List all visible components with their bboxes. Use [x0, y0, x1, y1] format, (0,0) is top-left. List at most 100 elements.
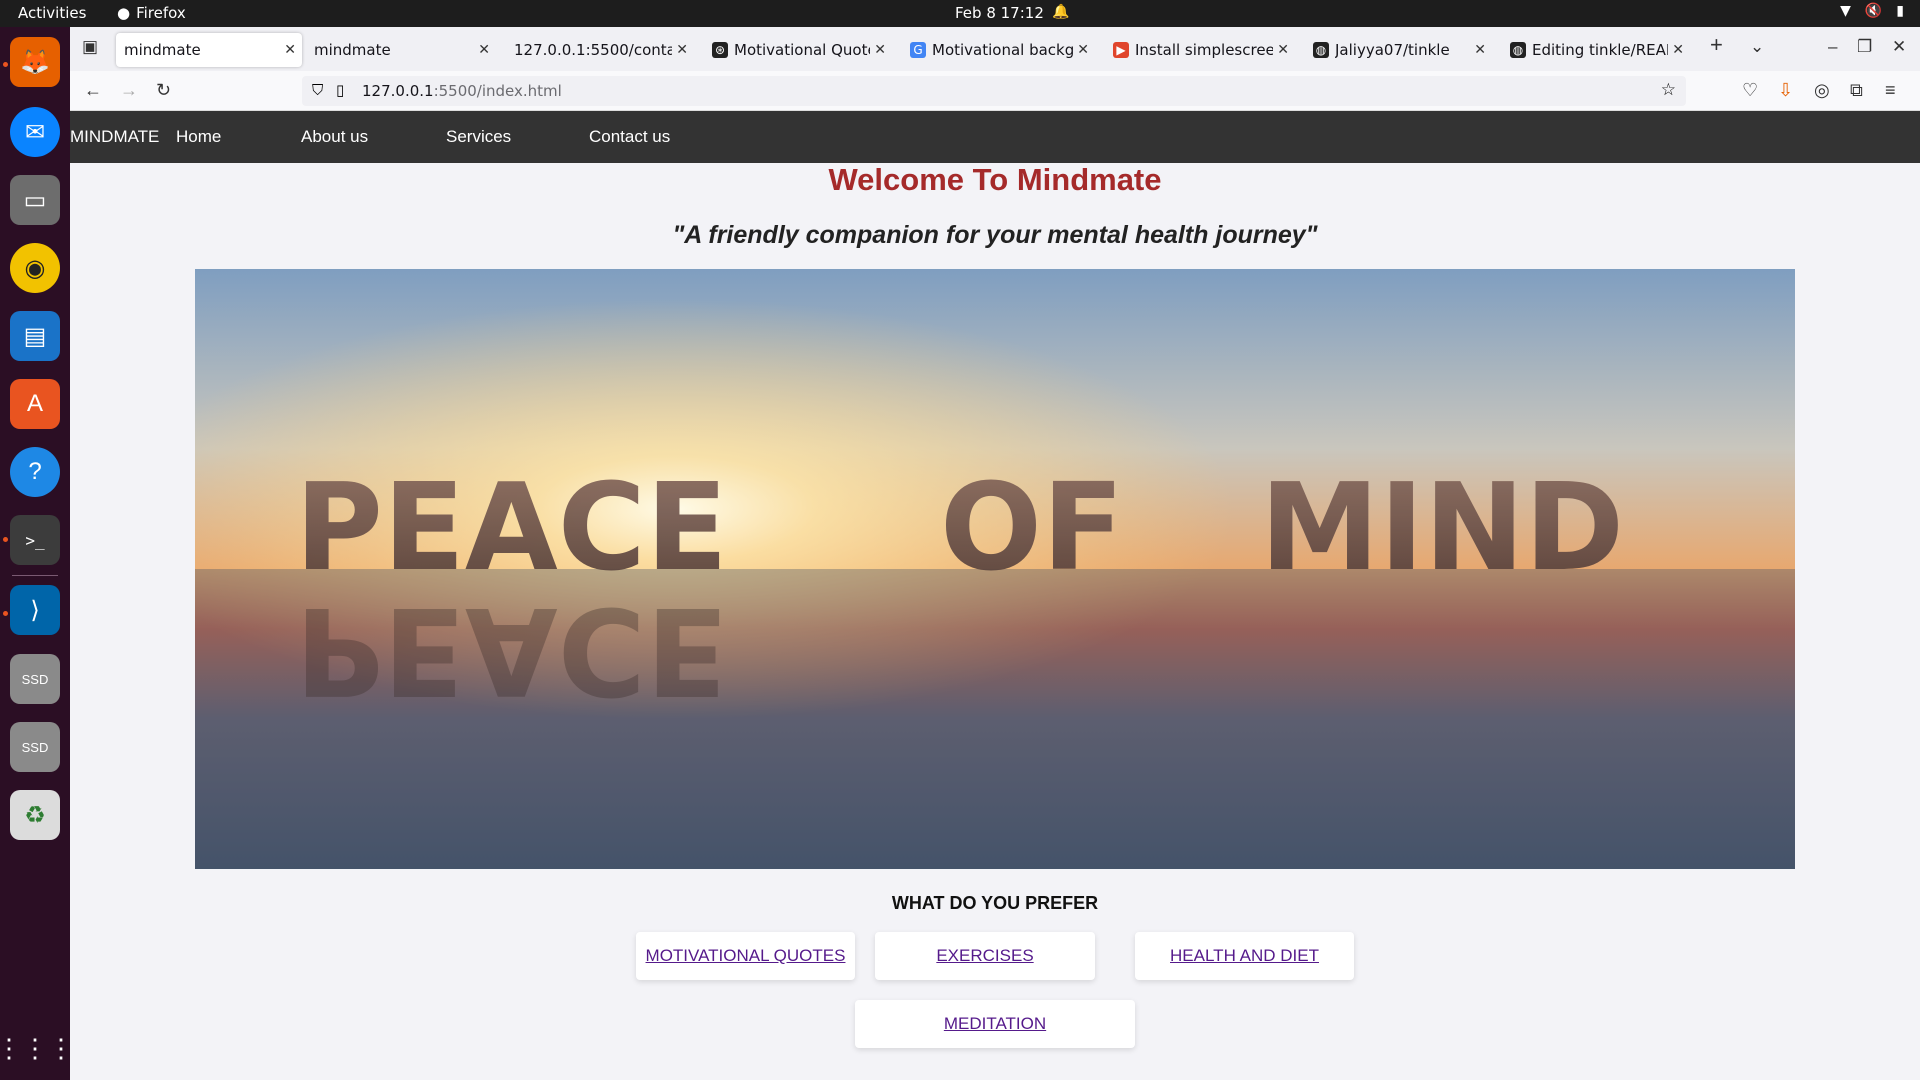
forward-icon[interactable]: →: [120, 80, 138, 101]
tab-close-icon[interactable]: ✕: [1077, 42, 1089, 58]
firefox-icon[interactable]: 🦊: [10, 37, 60, 87]
nav-about-us[interactable]: About us: [301, 127, 368, 147]
browser-tab[interactable]: ⊛ Motivational Quotes ✕: [704, 33, 892, 67]
thunderbird-icon[interactable]: ✉: [10, 107, 60, 157]
tab-favicon-icon: ▶: [1113, 42, 1129, 58]
help-icon[interactable]: ?: [10, 447, 60, 497]
tab-title: mindmate: [124, 41, 201, 59]
tagline: "A friendly companion for your mental he…: [672, 221, 1318, 249]
app-name: Firefox: [136, 4, 186, 22]
tab-title: Motivational backgro: [932, 41, 1073, 59]
account-icon[interactable]: ◎: [1814, 80, 1830, 101]
close-window-button[interactable]: ✕: [1892, 37, 1906, 57]
tab-title: Motivational Quotes: [734, 41, 870, 59]
tab-close-icon[interactable]: ✕: [1277, 42, 1289, 58]
browser-tab[interactable]: 127.0.0.1:5500/contact.h✕: [506, 33, 694, 67]
page-info-icon[interactable]: ▯: [336, 81, 344, 99]
rhythmbox-icon[interactable]: ◉: [10, 243, 60, 293]
hero-image: PEACE OF MIND PEACE: [195, 269, 1795, 869]
url-text: 127.0.0.1:5500/index.html: [362, 82, 562, 100]
restore-button[interactable]: ❐: [1857, 37, 1872, 57]
tracking-shield-icon[interactable]: ⛉: [312, 81, 323, 99]
firefox-icon: ●: [117, 4, 131, 22]
app-center-icon[interactable]: A: [10, 379, 60, 429]
option-meditation[interactable]: MEDITATION: [855, 1000, 1135, 1048]
writer-icon[interactable]: ▤: [10, 311, 60, 361]
tab-list-icon[interactable]: ▣: [82, 37, 98, 57]
terminal-icon[interactable]: >_: [10, 515, 60, 565]
extensions-icon[interactable]: ⧉: [1850, 80, 1863, 101]
tab-close-icon[interactable]: ✕: [478, 42, 490, 58]
files-icon[interactable]: ▭: [10, 175, 60, 225]
browser-tab[interactable]: G Motivational backgro✕: [902, 33, 1095, 67]
activities-button[interactable]: Activities: [18, 4, 86, 22]
browser-nav-bar: ← → ↻ ⛉ ▯ 127.0.0.1:5500/index.html ☆ ♡ …: [70, 71, 1920, 111]
wifi-icon: ▼: [1840, 3, 1851, 19]
tab-title: mindmate: [314, 41, 391, 59]
tab-overflow-chevron-icon[interactable]: ⌄: [1750, 37, 1764, 57]
tab-close-icon[interactable]: ✕: [676, 42, 688, 58]
nav-home[interactable]: Home: [176, 127, 221, 147]
hero-reflection: PEACE: [295, 580, 728, 719]
nav-contact-us[interactable]: Contact us: [589, 127, 670, 147]
tab-title: 127.0.0.1:5500/contact.h: [514, 41, 672, 59]
show-apps-grid-icon[interactable]: ⋮⋮⋮: [0, 1023, 74, 1073]
nav-services[interactable]: Services: [446, 127, 511, 147]
svg-text:MIND: MIND: [1260, 459, 1624, 598]
running-indicator: [3, 537, 8, 542]
system-top-bar: Activities ● Firefox Feb 8 17:12 🔔 ▼ 🔇 ▮: [0, 0, 1920, 27]
pocket-icon[interactable]: ♡: [1742, 80, 1758, 101]
tab-title: Jaliyya07/tinkle: [1335, 41, 1450, 59]
svg-text:PEACE: PEACE: [295, 580, 728, 719]
tab-favicon-icon: ◍: [1313, 42, 1329, 58]
svg-text:PEACE: PEACE: [295, 459, 728, 598]
browser-tab[interactable]: ◍ Jaliyya07/tinkle ✕: [1305, 33, 1492, 67]
volume-icon: 🔇: [1864, 3, 1883, 19]
ssd-drive-icon[interactable]: SSD: [10, 722, 60, 772]
dock-separator: [12, 575, 58, 576]
system-tray[interactable]: ▼ 🔇 ▮: [1840, 3, 1904, 19]
back-icon[interactable]: ←: [84, 80, 102, 101]
notification-bell-icon: 🔔: [1052, 4, 1070, 20]
page-title: Welcome To Mindmate: [828, 162, 1162, 197]
tab-close-icon[interactable]: ✕: [1474, 42, 1486, 58]
downloads-icon[interactable]: ⇩: [1778, 80, 1793, 101]
browser-tab[interactable]: mindmate ✕: [306, 33, 496, 67]
menu-icon[interactable]: ≡: [1885, 80, 1896, 101]
ssd-drive-icon[interactable]: SSD: [10, 654, 60, 704]
site-brand[interactable]: MINDMATE: [70, 127, 159, 147]
vscode-icon[interactable]: ⟩: [10, 585, 60, 635]
running-indicator: [3, 62, 8, 67]
tab-close-icon[interactable]: ✕: [874, 42, 886, 58]
option-exercises[interactable]: EXERCISES: [875, 932, 1095, 980]
browser-tab[interactable]: ◍ Editing tinkle/READM✕: [1502, 33, 1690, 67]
tab-favicon-icon: ◍: [1510, 42, 1526, 58]
reload-icon[interactable]: ↻: [156, 80, 171, 101]
battery-icon: ▮: [1896, 3, 1904, 19]
option-health-and-diet[interactable]: HEALTH AND DIET: [1135, 932, 1354, 980]
option-motivational-quotes[interactable]: MOTIVATIONAL QUOTES: [636, 932, 855, 980]
tab-close-icon[interactable]: ✕: [284, 42, 296, 58]
browser-tab[interactable]: ▶ Install simplescreenr✕: [1105, 33, 1295, 67]
url-bar[interactable]: ⛉ ▯ 127.0.0.1:5500/index.html ☆: [302, 76, 1686, 106]
site-navbar: MINDMATE Home About us Services Contact …: [70, 111, 1920, 163]
tab-close-icon[interactable]: ✕: [1672, 42, 1684, 58]
hero-mind-text: MIND: [1260, 459, 1624, 598]
app-menu[interactable]: ● Firefox: [117, 4, 186, 22]
clock[interactable]: Feb 8 17:12: [955, 4, 1044, 22]
trash-icon[interactable]: ♻: [10, 790, 60, 840]
tab-favicon-icon: G: [910, 42, 926, 58]
hero-of-text: OF: [940, 459, 1124, 598]
minimize-button[interactable]: –: [1828, 37, 1837, 57]
browser-tab[interactable]: mindmate ✕: [116, 33, 302, 67]
svg-text:OF: OF: [940, 459, 1124, 598]
dock: 🦊 ✉ ▭ ◉ ▤ A ? >_ ⟩ SSD SSD ♻ ⋮⋮⋮: [0, 27, 74, 1080]
web-page: MINDMATE Home About us Services Contact …: [70, 111, 1920, 1080]
bookmark-star-icon[interactable]: ☆: [1661, 80, 1676, 100]
tab-title: Install simplescreenr: [1135, 41, 1273, 59]
new-tab-button[interactable]: +: [1710, 32, 1723, 58]
tab-favicon-icon: ⊛: [712, 42, 728, 58]
browser-tab-bar: ▣ mindmate ✕ mindmate ✕ 127.0.0.1:5500/conta…: [70, 27, 1920, 71]
hero-peace-text: PEACE: [295, 459, 728, 598]
prefer-heading: WHAT DO YOU PREFER: [891, 893, 1099, 913]
